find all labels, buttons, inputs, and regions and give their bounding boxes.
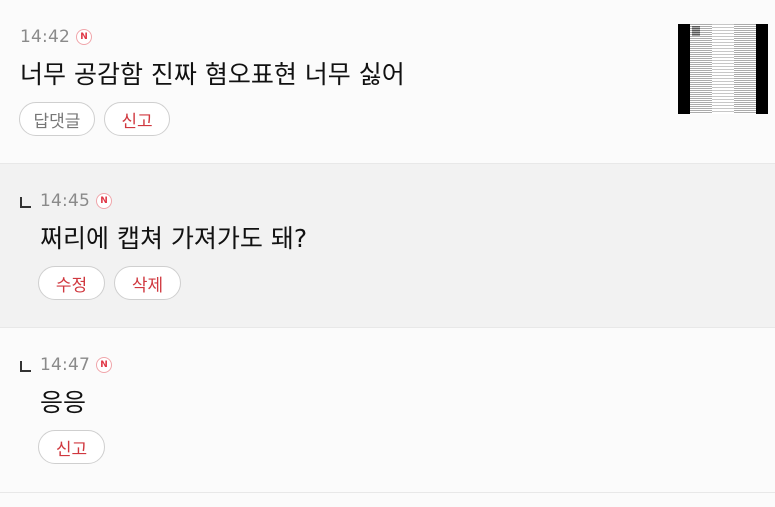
report-button[interactable]: 신고 xyxy=(38,430,105,464)
new-badge-icon: N xyxy=(96,357,112,373)
comment-item: 14:42 N 너무 공감함 진짜 혐오표현 너무 싫어 답댓글 신고 xyxy=(0,0,775,164)
thumbnail-text-column xyxy=(712,24,734,114)
new-badge-icon: N xyxy=(96,193,112,209)
thumbnail-text-column xyxy=(734,24,756,114)
thumbnail-border-right xyxy=(756,24,768,114)
reply-comment-item: 14:47 N 응응 신고 xyxy=(0,328,775,493)
comment-text: 너무 공감함 진짜 혐오표현 너무 싫어 xyxy=(20,60,405,89)
comment-actions: 수정 삭제 xyxy=(38,266,181,300)
comment-text: 응응 xyxy=(40,388,87,417)
comment-actions: 답댓글 신고 xyxy=(19,102,170,136)
comment-time: 14:45 xyxy=(40,191,90,211)
comment-thread: 14:42 N 너무 공감함 진짜 혐오표현 너무 싫어 답댓글 신고 14:4… xyxy=(0,0,775,507)
delete-button[interactable]: 삭제 xyxy=(114,266,181,300)
thumbnail-text-column xyxy=(690,24,712,114)
reply-arrow-icon xyxy=(20,360,31,372)
comment-text: 쩌리에 캡쳐 가져가도 돼? xyxy=(40,224,308,253)
reply-button[interactable]: 답댓글 xyxy=(19,102,95,136)
comment-time: 14:47 xyxy=(40,355,90,375)
comment-meta: 14:42 N xyxy=(20,26,92,48)
thumbnail-border-left xyxy=(678,24,690,114)
reply-arrow-icon xyxy=(20,196,31,208)
comment-time: 14:42 xyxy=(20,27,70,47)
comment-meta: 14:45 N xyxy=(20,190,112,212)
attachment-thumbnail[interactable] xyxy=(678,24,768,114)
new-badge-icon: N xyxy=(76,29,92,45)
comment-meta: 14:47 N xyxy=(20,354,112,376)
edit-button[interactable]: 수정 xyxy=(38,266,105,300)
comment-actions: 신고 xyxy=(38,430,105,464)
report-button[interactable]: 신고 xyxy=(104,102,170,136)
reply-comment-item: 14:45 N 쩌리에 캡쳐 가져가도 돼? 수정 삭제 xyxy=(0,164,775,328)
